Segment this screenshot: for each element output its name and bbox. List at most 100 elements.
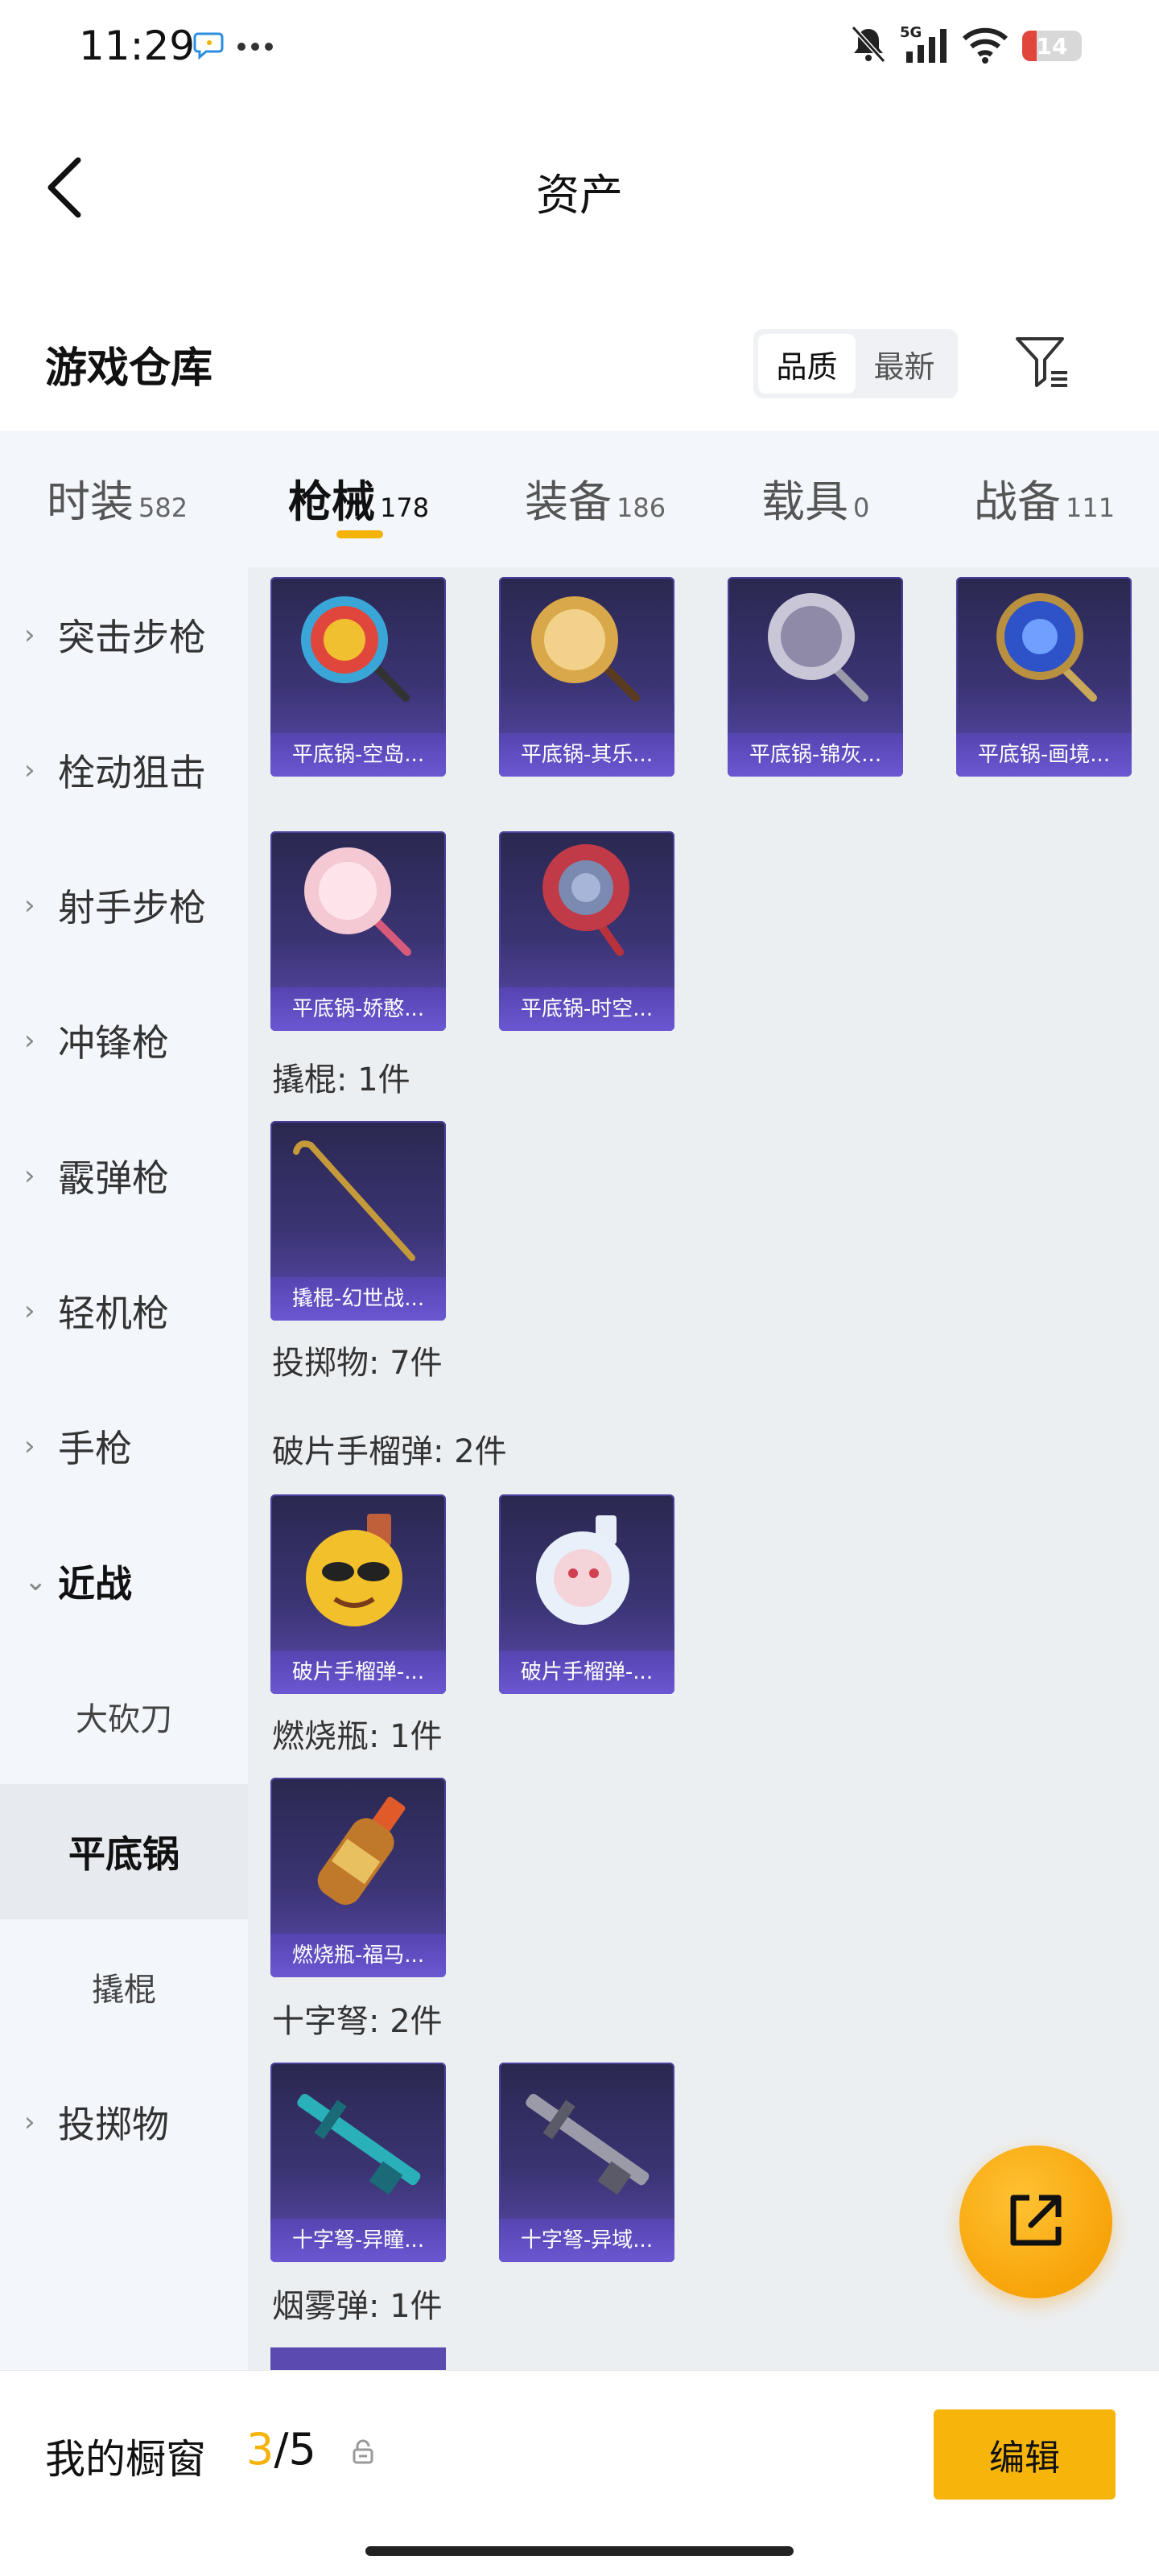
item-card-crossbow-2[interactable]: 十字弩-异域... bbox=[499, 2063, 674, 2262]
item-card-pan-3[interactable]: 平底锅-锦灰... bbox=[728, 577, 903, 777]
sidebar-item-label: 近战 bbox=[58, 1562, 132, 1605]
sidebar-item-bolt-sniper[interactable]: › 栓动狙击 bbox=[0, 703, 248, 838]
sidebar-item-label: 栓动狙击 bbox=[58, 751, 206, 794]
grenade-icon bbox=[536, 1515, 629, 1625]
showcase-current: 3 bbox=[246, 2424, 274, 2475]
chevron-down-icon: ⌄ bbox=[24, 1565, 47, 1597]
chevron-right-icon: › bbox=[24, 889, 35, 921]
crossbow-icon bbox=[526, 2093, 650, 2195]
sort-newest-option[interactable]: 最新 bbox=[856, 334, 953, 394]
chevron-right-icon: › bbox=[24, 1430, 35, 1462]
group-label-frag-grenade: 破片手榴弹: 2件 bbox=[272, 1433, 507, 1470]
tab-label: 战备 bbox=[974, 476, 1061, 527]
chat-bubble-icon bbox=[193, 31, 225, 63]
item-name: 平底锅-娇憨... bbox=[270, 987, 446, 1031]
item-name: 十字弩-异域... bbox=[499, 2219, 674, 2262]
chevron-right-icon: › bbox=[24, 1160, 35, 1192]
category-tabs: 时装 582 枪械 178 装备 186 载具 0 战备 111 bbox=[0, 431, 1159, 567]
sidebar-item-pistol[interactable]: › 手枪 bbox=[0, 1379, 248, 1514]
filter-button[interactable] bbox=[1006, 328, 1079, 400]
tab-combat-gear[interactable]: 战备 111 bbox=[974, 466, 1115, 530]
item-name: 平底锅-时空... bbox=[499, 987, 674, 1031]
tab-count: 111 bbox=[1066, 493, 1116, 523]
chevron-right-icon: › bbox=[24, 2106, 35, 2138]
tab-vehicles[interactable]: 载具 0 bbox=[761, 466, 869, 530]
edit-button[interactable]: 编辑 bbox=[934, 2409, 1116, 2500]
sidebar-item-marksman-rifle[interactable]: › 射手步枪 bbox=[0, 838, 248, 973]
item-card-crossbow-1[interactable]: 十字弩-异瞳... bbox=[270, 2063, 446, 2262]
crowbar-icon bbox=[293, 1140, 415, 1261]
sidebar-item-label: 射手步枪 bbox=[58, 886, 206, 929]
sidebar-item-label: 轻机枪 bbox=[58, 1292, 169, 1335]
item-name: 平底锅-画境... bbox=[956, 733, 1132, 777]
frying-pan-icon bbox=[542, 844, 629, 956]
tab-count: 186 bbox=[617, 493, 666, 523]
item-card-pan-4[interactable]: 平底锅-画境... bbox=[956, 577, 1132, 777]
sidebar-item-lmg[interactable]: › 轻机枪 bbox=[0, 1243, 248, 1379]
sidebar-item-throwables[interactable]: › 投掷物 bbox=[0, 2055, 248, 2190]
sort-quality-option[interactable]: 品质 bbox=[758, 334, 856, 394]
mute-bell-icon bbox=[850, 24, 887, 68]
page-title: 资产 bbox=[536, 170, 623, 221]
tab-label: 时装 bbox=[47, 476, 134, 527]
sidebar-item-assault-rifle[interactable]: › 突击步枪 bbox=[0, 567, 248, 703]
showcase-total: /5 bbox=[274, 2424, 316, 2475]
warehouse-header: 游戏仓库 品质 最新 bbox=[0, 310, 1159, 422]
group-label-throwables: 投掷物: 7件 bbox=[272, 1345, 443, 1382]
tab-count: 0 bbox=[853, 493, 870, 523]
item-name: 燃烧瓶-福马... bbox=[270, 1934, 446, 1977]
tab-equipment[interactable]: 装备 186 bbox=[525, 466, 666, 530]
sidebar-item-smg[interactable]: › 冲锋枪 bbox=[0, 973, 248, 1108]
external-link-icon bbox=[1002, 2187, 1070, 2257]
sidebar-subitem-frying-pan[interactable]: 平底锅 bbox=[0, 1784, 248, 1919]
item-card-frag-1[interactable]: 破片手榴弹-... bbox=[270, 1494, 446, 1694]
showcase-label: 我的橱窗 bbox=[45, 2436, 206, 2483]
chevron-right-icon: › bbox=[24, 1024, 35, 1057]
item-card-pan-1[interactable]: 平底锅-空岛... bbox=[270, 577, 446, 777]
tab-count: 582 bbox=[138, 493, 188, 523]
chevron-right-icon: › bbox=[24, 754, 35, 786]
item-card-pan-2[interactable]: 平底锅-其乐... bbox=[499, 577, 674, 777]
sidebar: › 突击步枪 › 栓动狙击 › 射手步枪 › 冲锋枪 › 霰弹枪 › 轻机枪 ›… bbox=[0, 567, 248, 2370]
item-name: 十字弩-异瞳... bbox=[270, 2219, 446, 2262]
item-name: 平底锅-其乐... bbox=[499, 733, 674, 777]
group-label-smoke: 烟雾弹: 1件 bbox=[272, 2288, 443, 2325]
sidebar-item-label: 投掷物 bbox=[58, 2103, 169, 2146]
tab-label: 枪械 bbox=[288, 476, 375, 527]
signal-icon: 5G bbox=[900, 24, 948, 68]
battery-level: 14 bbox=[1036, 32, 1068, 60]
item-name: 平底锅-锦灰... bbox=[728, 733, 903, 777]
share-button[interactable] bbox=[959, 2145, 1112, 2298]
group-label-crowbar: 撬棍: 1件 bbox=[272, 1061, 410, 1098]
chevron-right-icon: › bbox=[24, 1295, 35, 1327]
item-grid: 平底锅-空岛... 平底锅-其乐... 平底锅-锦灰... 平底锅-画境... bbox=[248, 567, 1159, 2370]
item-card-pan-6[interactable]: 平底锅-时空... bbox=[499, 831, 674, 1031]
sidebar-item-melee[interactable]: ⌄ 近战 bbox=[0, 1514, 248, 1649]
item-card-crowbar[interactable]: 撬棍-幻世战... bbox=[270, 1121, 446, 1321]
sidebar-item-shotgun[interactable]: › 霰弹枪 bbox=[0, 1108, 248, 1243]
sidebar-subitem-machete[interactable]: 大砍刀 bbox=[0, 1649, 248, 1784]
molotov-icon bbox=[317, 1796, 406, 1905]
wifi-icon bbox=[961, 24, 1009, 68]
item-card-smoke-partial[interactable] bbox=[270, 2347, 446, 2370]
sidebar-item-label: 突击步枪 bbox=[58, 616, 206, 659]
frying-pan-icon bbox=[996, 593, 1097, 702]
item-card-molotov[interactable]: 燃烧瓶-福马... bbox=[270, 1778, 446, 1977]
battery-icon: 14 bbox=[1022, 31, 1082, 61]
sidebar-subitem-crowbar[interactable]: 撬棍 bbox=[0, 1919, 248, 2055]
svg-text:5G: 5G bbox=[900, 24, 922, 41]
item-card-pan-5[interactable]: 平底锅-娇憨... bbox=[270, 831, 446, 1031]
item-card-frag-2[interactable]: 破片手榴弹-... bbox=[499, 1494, 674, 1694]
status-time: 11:29 bbox=[79, 23, 196, 69]
home-indicator[interactable] bbox=[365, 2546, 794, 2556]
item-name: 撬棍-幻世战... bbox=[270, 1277, 446, 1321]
grenade-icon bbox=[306, 1514, 402, 1626]
tab-firearms[interactable]: 枪械 178 bbox=[288, 466, 429, 530]
sidebar-item-label: 霰弹枪 bbox=[58, 1156, 169, 1200]
group-label-molotov: 燃烧瓶: 1件 bbox=[272, 1718, 443, 1755]
frying-pan-icon bbox=[768, 593, 868, 702]
frying-pan-icon bbox=[304, 847, 411, 956]
showcase-bar: 我的橱窗 3/5 编辑 bbox=[0, 2370, 1159, 2576]
tab-fashion[interactable]: 时装 582 bbox=[47, 466, 188, 530]
lock-icon bbox=[351, 2438, 375, 2469]
